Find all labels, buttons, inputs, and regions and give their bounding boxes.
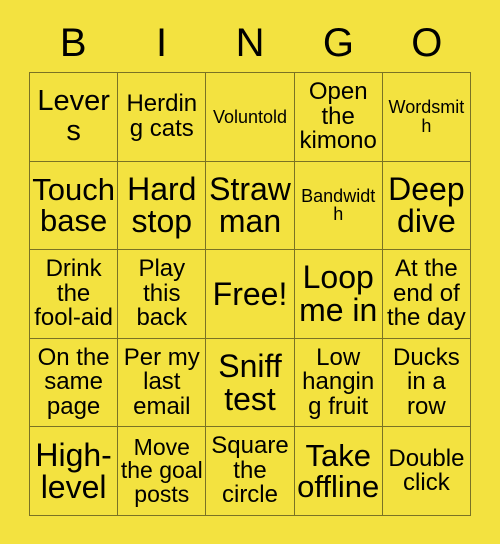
- bingo-cell[interactable]: Bandwidth: [294, 161, 383, 251]
- bingo-cell-label: Voluntold: [212, 106, 288, 127]
- bingo-cell[interactable]: Low hanging fruit: [294, 338, 383, 428]
- bingo-header: B I N G O: [29, 18, 471, 68]
- bingo-cell-label: Bandwidth: [301, 186, 376, 225]
- bingo-cell-free[interactable]: Free!: [206, 250, 295, 339]
- bingo-cell-label: Move the goal posts: [120, 434, 203, 507]
- bingo-cell[interactable]: Hard stop: [118, 161, 207, 251]
- bingo-cell[interactable]: High-level: [30, 427, 119, 516]
- bingo-cell-label: Loop me in: [299, 259, 378, 328]
- bingo-cell-label: Straw man: [209, 170, 291, 240]
- bingo-cell[interactable]: Move the goal posts: [118, 427, 207, 516]
- header-letter-n: N: [235, 21, 265, 65]
- bingo-cell-label: Hard stop: [127, 170, 197, 240]
- bingo-cell-label: Play this back: [136, 255, 188, 332]
- header-letter-g: G: [322, 21, 354, 65]
- bingo-cell-label: Double click: [388, 444, 465, 497]
- bingo-cell[interactable]: Loop me in: [294, 250, 383, 339]
- bingo-cell-label: Drink the fool-aid: [34, 255, 113, 332]
- bingo-cell[interactable]: Square the circle: [206, 427, 295, 516]
- bingo-cell-label: Wordsmith: [388, 97, 465, 136]
- bingo-card: B I N G O Levers Herding cats Voluntold …: [0, 0, 500, 544]
- bingo-cell[interactable]: Play this back: [118, 250, 207, 339]
- bingo-cell[interactable]: Straw man: [206, 161, 295, 251]
- bingo-grid: Levers Herding cats Voluntold Open the k…: [29, 72, 471, 516]
- bingo-cell-label: Take offline: [297, 437, 380, 505]
- bingo-cell-label: Low hanging fruit: [302, 343, 375, 420]
- bingo-cell[interactable]: Double click: [382, 427, 471, 516]
- bingo-cell-label: Per my last email: [123, 343, 200, 420]
- bingo-cell-label: Touch base: [32, 171, 115, 239]
- bingo-cell[interactable]: Open the kimono: [294, 73, 383, 162]
- bingo-cell-label: Deep dive: [388, 170, 465, 240]
- bingo-cell[interactable]: Touch base: [30, 161, 119, 251]
- bingo-cell[interactable]: Sniff test: [206, 338, 295, 428]
- bingo-cell-label: Ducks in a row: [393, 343, 460, 420]
- bingo-cell-label: Sniff test: [218, 347, 282, 417]
- bingo-cell[interactable]: Deep dive: [382, 161, 471, 251]
- bingo-cell-label: Square the circle: [211, 432, 289, 509]
- bingo-cell[interactable]: Herding cats: [118, 73, 207, 162]
- bingo-cell-label: Free!: [212, 275, 288, 312]
- header-letter-b: B: [59, 21, 87, 65]
- bingo-cell[interactable]: Voluntold: [206, 73, 295, 162]
- bingo-cell-label: High-level: [35, 436, 112, 506]
- bingo-cell-label: On the same page: [37, 343, 110, 420]
- header-letter-i: I: [156, 21, 168, 65]
- bingo-cell[interactable]: Wordsmith: [382, 73, 471, 162]
- bingo-cell[interactable]: Drink the fool-aid: [30, 250, 119, 339]
- bingo-cell-label: Herding cats: [126, 90, 198, 142]
- bingo-cell-label: Levers: [37, 85, 110, 147]
- bingo-cell[interactable]: On the same page: [30, 338, 119, 428]
- bingo-cell[interactable]: Per my last email: [118, 338, 207, 428]
- bingo-cell[interactable]: At the end of the day: [382, 250, 471, 339]
- bingo-cell[interactable]: Ducks in a row: [382, 338, 471, 428]
- bingo-cell-label: At the end of the day: [387, 255, 466, 332]
- bingo-cell[interactable]: Take offline: [294, 427, 383, 516]
- bingo-cell-label: Open the kimono: [299, 78, 377, 155]
- bingo-cell[interactable]: Levers: [30, 73, 119, 162]
- header-letter-o: O: [411, 21, 443, 65]
